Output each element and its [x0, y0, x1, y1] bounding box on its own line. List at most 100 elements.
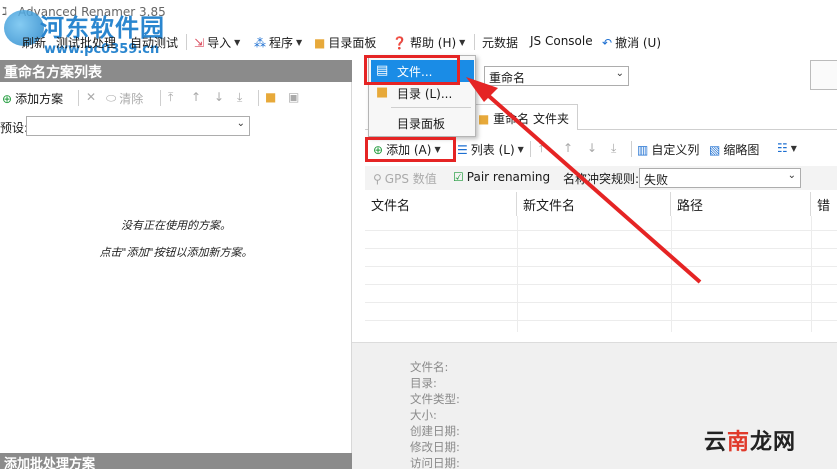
- corner-watermark-text: 云南龙网: [704, 430, 797, 455]
- refresh-button[interactable]: 刷新: [22, 34, 46, 51]
- preset-label: 预设:: [0, 121, 29, 135]
- column-new-filename[interactable]: 新文件名: [517, 192, 671, 216]
- import-label: 导入: [207, 36, 232, 50]
- move-bottom-button[interactable]: ⤓: [611, 141, 616, 156]
- undo-label: 撤消 (U): [615, 36, 662, 50]
- corner-watermark-accent: 南: [727, 430, 751, 455]
- auto-test-button[interactable]: 自动测试: [130, 34, 178, 51]
- metadata-label: 元数据: [482, 36, 519, 50]
- move-up-button[interactable]: ↑: [563, 141, 573, 155]
- remove-method-button[interactable]: ✕: [86, 90, 96, 104]
- chevron-down-icon: ▼: [234, 38, 241, 47]
- location-pin-icon: ⚲: [373, 171, 382, 186]
- list-button[interactable]: ☰ 列表 (L) ▼: [457, 141, 524, 158]
- pair-renaming-toggle[interactable]: ☑ Pair renaming: [453, 170, 550, 184]
- chevron-down-icon: ⌄: [615, 68, 624, 79]
- js-console-button[interactable]: JS Console: [530, 34, 593, 48]
- toolbar-separator: [258, 90, 259, 106]
- column-filename[interactable]: 文件名: [365, 192, 517, 216]
- chevron-down-icon: ▼: [296, 38, 303, 47]
- thumbnails-button[interactable]: ▧ 缩略图: [709, 141, 759, 158]
- program-button[interactable]: ⁂ 程序 ▼: [254, 34, 302, 51]
- arrow-top-icon: ⤒: [168, 90, 174, 104]
- arrow-up-icon: ↑: [563, 141, 574, 155]
- chevron-down-icon: ▼: [459, 38, 466, 47]
- test-batch-button[interactable]: 测试批处理: [56, 34, 116, 51]
- mode-value: 重命名: [489, 71, 526, 85]
- main-toolbar: 刷新 测试批处理 自动测试 ⇲ 导入 ▼ ⁂ 程序 ▼ ■ 目录面板 ❓ 帮助 (H…: [0, 30, 837, 54]
- mode-select[interactable]: 重命名 ⌄: [484, 66, 629, 86]
- grid-line: [365, 284, 837, 285]
- program-icon: ⁂: [254, 35, 266, 50]
- arrow-up-icon: ↑: [191, 90, 202, 104]
- corner-watermark: 云南龙网: [704, 424, 796, 456]
- help-button[interactable]: ❓ 帮助 (H) ▼: [392, 34, 465, 51]
- refresh-label: 刷新: [22, 36, 47, 50]
- undo-button[interactable]: ↶ 撤消 (U): [602, 34, 661, 51]
- column-error[interactable]: 错误: [811, 192, 837, 216]
- highlight-box-files: [364, 55, 460, 85]
- save-method-button[interactable]: ▣: [288, 90, 299, 104]
- list-label: 列表 (L): [470, 143, 515, 157]
- directory-panel-label: 目录面板: [328, 36, 377, 50]
- info-filename-label: 文件名:: [410, 360, 449, 374]
- menu-separator: [391, 107, 471, 108]
- move-bottom-button[interactable]: ⤓: [237, 90, 242, 105]
- undo-icon: ↶: [602, 35, 613, 50]
- toolbar-separator: [160, 90, 161, 106]
- directory-panel-button[interactable]: ■ 目录面板: [314, 34, 376, 51]
- move-top-button[interactable]: ⤒: [168, 90, 173, 105]
- gps-label: GPS 数值: [384, 172, 437, 186]
- move-down-button[interactable]: ↓: [214, 90, 224, 104]
- start-batch-button[interactable]: [810, 60, 837, 90]
- gps-button[interactable]: ⚲ GPS 数值: [373, 170, 437, 187]
- highlight-box-add: [365, 137, 456, 162]
- grid-line: [365, 302, 837, 303]
- menu-item-directory[interactable]: ■ 目录 (L)...: [371, 82, 474, 104]
- pair-renaming-label: Pair renaming: [466, 170, 551, 184]
- column-path[interactable]: 路径: [671, 192, 811, 216]
- folder-open-icon: ■: [265, 90, 277, 104]
- checkbox-checked-icon: ☑: [453, 170, 464, 184]
- import-button[interactable]: ⇲ 导入 ▼: [194, 34, 240, 51]
- arrow-top-icon: ⤒: [539, 141, 545, 155]
- grid-line: [671, 216, 672, 332]
- menu-item-directory-panel[interactable]: 目录面板: [371, 112, 474, 134]
- toolbar-separator: [78, 90, 79, 106]
- open-method-button[interactable]: ■: [265, 90, 276, 104]
- move-down-button[interactable]: ↓: [587, 141, 597, 155]
- test-batch-label: 测试批处理: [56, 36, 117, 50]
- help-icon: ❓: [392, 35, 407, 50]
- add-icon: ⊕: [2, 91, 13, 106]
- info-directory-label: 目录:: [410, 376, 437, 390]
- clear-methods-button[interactable]: ⬭ 清除: [106, 90, 143, 107]
- grid-line: [365, 320, 837, 321]
- empty-message-line1: 没有正在使用的方案。: [121, 219, 231, 232]
- add-method-label: 添加方案: [15, 92, 64, 106]
- method-list-header: 重命名方案列表: [0, 60, 352, 82]
- custom-columns-button[interactable]: ▥ 自定义列: [637, 141, 699, 158]
- grid-line: [811, 216, 812, 332]
- move-top-button[interactable]: ⤒: [539, 141, 544, 156]
- metadata-button[interactable]: 元数据: [482, 34, 518, 51]
- auto-test-label: 自动测试: [130, 36, 179, 50]
- arrow-bottom-icon: ⤓: [611, 141, 617, 155]
- js-console-label: JS Console: [530, 34, 593, 48]
- info-size-label: 大小:: [410, 408, 437, 422]
- folder-icon: ■: [478, 112, 490, 126]
- tab-label: 重命名 文件夹: [493, 112, 569, 126]
- add-method-button[interactable]: ⊕ 添加方案: [2, 90, 63, 107]
- move-up-button[interactable]: ↑: [191, 90, 201, 104]
- grid-line: [365, 248, 837, 249]
- arrow-down-icon: ↓: [214, 90, 225, 104]
- empty-message-line2: 点击"添加"按钮以添加新方案。: [99, 246, 253, 259]
- conflict-rule-label: 名称冲突规则:: [563, 172, 640, 186]
- method-toolbar: ⊕ 添加方案 ✕ ⬭ 清除 ⤒ ↑ ↓ ⤓ ■ ▣: [0, 86, 352, 110]
- conflict-rule-select[interactable]: 失败 ⌄: [639, 168, 801, 188]
- tab-rename-folders[interactable]: ■ 重命名 文件夹: [469, 104, 578, 130]
- preset-select[interactable]: ⌄: [26, 116, 250, 136]
- info-created-label: 创建日期:: [410, 424, 460, 438]
- view-options-button[interactable]: ☷ ▼: [777, 141, 797, 155]
- file-grid[interactable]: 文件名 新文件名 路径 错误: [365, 192, 837, 332]
- options-bar: ⚲ GPS 数值 ☑ Pair renaming 名称冲突规则: 失败 ⌄: [365, 166, 837, 190]
